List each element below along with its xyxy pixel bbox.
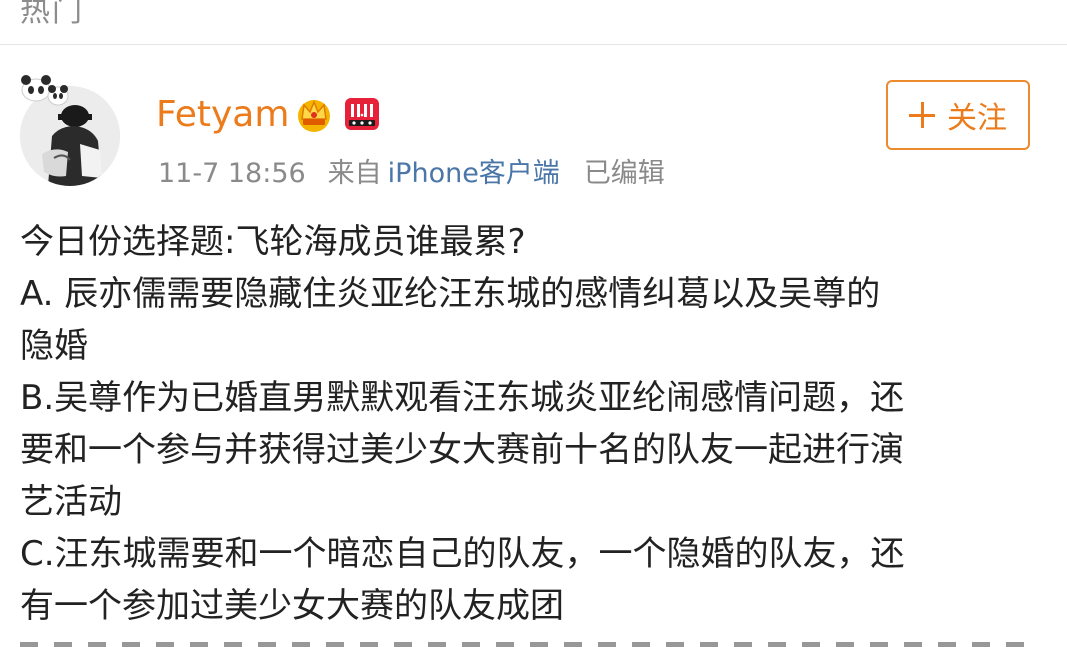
source-prefix: 来自 <box>327 158 382 189</box>
post-meta: 11-7 18:56 来自 iPhone客户端 已编辑 <box>158 151 665 190</box>
double-eleven-badge-icon[interactable] <box>344 97 380 131</box>
post-content: 今日份选择题:飞轮海成员谁最累? A. 辰亦儒需要隐藏住炎亚纶汪东城的感情纠葛以… <box>20 216 1050 632</box>
post-line: C.汪东城需要和一个暗恋自己的队友，一个隐婚的队友，还 <box>20 534 905 574</box>
post-line: B.吴尊作为已婚直男默默观看汪东城炎亚纶闹感情问题，还 <box>20 378 905 418</box>
edited-label[interactable]: 已编辑 <box>584 151 665 190</box>
crown-badge-icon[interactable] <box>294 95 334 133</box>
follow-button-label: 关注 <box>947 101 1007 136</box>
post-line: 要和一个参与并获得过美少女大赛前十名的队友一起进行演 <box>20 430 904 470</box>
divider <box>0 44 1067 45</box>
post-line: 有一个参加过美少女大赛的队友成团 <box>20 586 564 626</box>
follow-button[interactable]: 关注 <box>886 80 1030 150</box>
post-line: 艺活动 <box>20 482 122 522</box>
post-timestamp: 11-7 18:56 <box>158 158 306 189</box>
author-name[interactable]: Fetyam <box>156 94 289 135</box>
avatar[interactable] <box>16 68 122 188</box>
plus-icon <box>909 102 935 128</box>
panda-pendant-icon <box>21 75 69 106</box>
section-label: 热门 <box>20 0 84 29</box>
source-link[interactable]: iPhone客户端 <box>388 151 560 190</box>
post-line: 今日份选择题:飞轮海成员谁最累? <box>20 222 526 262</box>
post-line: 隐婚 <box>20 326 88 366</box>
post-line: A. 辰亦儒需要隐藏住炎亚纶汪东城的感情纠葛以及吴尊的 <box>20 274 881 314</box>
clipped-text-fragment <box>20 642 1030 647</box>
weibo-post-screen: 热门 Fetyam 11-7 18:56 来自 iPhone客户端 已编辑 关注… <box>0 0 1067 647</box>
post-line-clipped <box>20 632 1030 647</box>
